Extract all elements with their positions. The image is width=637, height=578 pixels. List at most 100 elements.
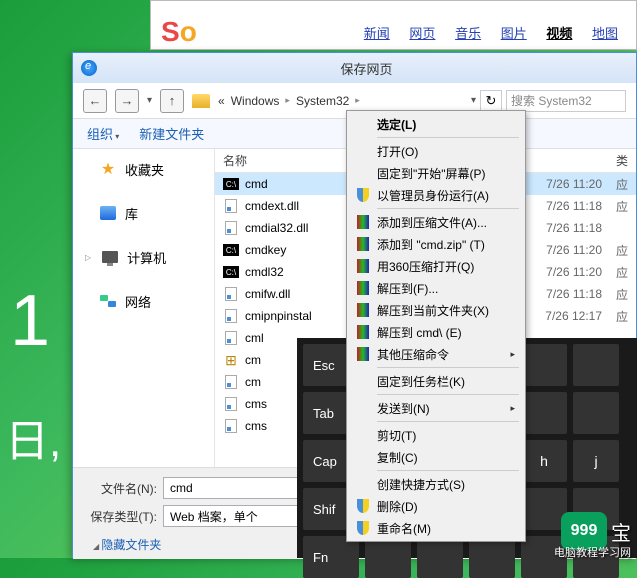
sidebar: ★收藏夹 库 ▷计算机 网络 xyxy=(73,149,215,467)
menu-item[interactable]: 其他压缩命令 xyxy=(349,343,523,365)
crumb-system32[interactable]: System32 xyxy=(296,94,349,108)
menu-label: 用360压缩打开(Q) xyxy=(377,258,474,275)
dll-icon xyxy=(225,419,237,433)
shield-icon xyxy=(355,498,371,514)
keyboard-key[interactable]: j xyxy=(573,440,619,482)
keyboard-key[interactable]: h xyxy=(521,440,567,482)
keyboard-key[interactable] xyxy=(521,392,567,434)
menu-item[interactable]: 解压到(F)... xyxy=(349,277,523,299)
link-news[interactable]: 新闻 xyxy=(364,26,390,41)
file-date: 7/26 11:20 xyxy=(546,243,610,257)
menu-label: 添加到压缩文件(A)... xyxy=(377,214,487,231)
keyboard-key[interactable] xyxy=(469,536,515,578)
menu-label: 固定到"开始"屏幕(P) xyxy=(377,165,486,182)
archive-icon xyxy=(355,346,371,362)
menu-label: 选定(L) xyxy=(377,116,416,133)
sidebar-computer[interactable]: ▷计算机 xyxy=(73,243,214,271)
sidebar-network[interactable]: 网络 xyxy=(73,287,214,315)
menu-label: 删除(D) xyxy=(377,498,418,515)
star-icon: ★ xyxy=(99,160,117,178)
file-type: 应 xyxy=(616,286,636,303)
menu-item[interactable]: 打开(O) xyxy=(349,140,523,162)
dll-icon xyxy=(225,309,237,323)
context-menu[interactable]: 选定(L) 打开(O) 固定到"开始"屏幕(P) 以管理员身份运行(A) 添加到压缩文件… xyxy=(346,110,526,542)
file-name: cmd xyxy=(245,177,268,191)
menu-label: 解压到(F)... xyxy=(377,280,438,297)
menu-item[interactable]: 添加到 "cmd.zip" (T) xyxy=(349,233,523,255)
menu-label: 重命名(M) xyxy=(377,520,431,537)
menu-item[interactable]: 复制(C) xyxy=(349,446,523,468)
up-button[interactable]: ↑ xyxy=(160,89,184,113)
sidebar-favorites[interactable]: ★收藏夹 xyxy=(73,155,214,183)
organize-menu[interactable]: 组织 xyxy=(87,124,119,143)
link-image[interactable]: 图片 xyxy=(501,26,527,41)
menu-label: 添加到 "cmd.zip" (T) xyxy=(377,236,485,253)
dll-icon xyxy=(225,331,237,345)
file-type: 应 xyxy=(616,264,636,281)
keyboard-key[interactable] xyxy=(521,344,567,386)
menu-separator xyxy=(377,137,519,138)
menu-label: 固定到任务栏(K) xyxy=(377,373,465,390)
keyboard-key[interactable] xyxy=(573,392,619,434)
link-web[interactable]: 网页 xyxy=(409,26,435,41)
archive-icon xyxy=(355,302,371,318)
menu-item[interactable]: 固定到任务栏(K) xyxy=(349,370,523,392)
link-music[interactable]: 音乐 xyxy=(455,26,481,41)
new-folder-button[interactable]: 新建文件夹 xyxy=(139,124,204,143)
menu-item[interactable]: 添加到压缩文件(A)... xyxy=(349,211,523,233)
dialog-titlebar[interactable]: 保存网页 xyxy=(73,53,636,83)
keyboard-key[interactable] xyxy=(573,344,619,386)
keyboard-key[interactable] xyxy=(417,536,463,578)
menu-label: 创建快捷方式(S) xyxy=(377,476,465,493)
refresh-button[interactable]: ↻ xyxy=(480,90,502,112)
shield-icon xyxy=(355,520,371,536)
menu-item[interactable]: 解压到 cmd\ (E) xyxy=(349,321,523,343)
file-date: 7/26 12:17 xyxy=(545,309,610,323)
menu-item[interactable]: 发送到(N) xyxy=(349,397,523,419)
file-name: cmifw.dll xyxy=(245,287,290,301)
menu-label: 复制(C) xyxy=(377,449,418,466)
desktop-clock: 1 xyxy=(10,280,50,362)
crumb-windows[interactable]: Windows xyxy=(231,94,280,108)
archive-icon xyxy=(355,324,371,340)
file-type: 应 xyxy=(616,242,636,259)
forward-button[interactable]: → xyxy=(115,89,139,113)
shield-icon xyxy=(355,187,371,203)
menu-label: 解压到当前文件夹(X) xyxy=(377,302,489,319)
keyboard-key[interactable]: Fn xyxy=(303,536,359,578)
menu-item[interactable]: 以管理员身份运行(A) xyxy=(349,184,523,206)
chevron-right-icon[interactable]: ▷ xyxy=(85,253,91,262)
file-type: 应 xyxy=(616,176,636,193)
file-name: cms xyxy=(245,419,267,433)
menu-separator xyxy=(377,421,519,422)
keyboard-key[interactable] xyxy=(365,536,411,578)
col-type[interactable]: 类 xyxy=(616,152,636,169)
file-date: 7/26 11:20 xyxy=(546,177,610,191)
menu-label: 剪切(T) xyxy=(377,427,416,444)
recent-dropdown[interactable]: ▾ xyxy=(147,95,152,106)
menu-item[interactable]: 创建快捷方式(S) xyxy=(349,473,523,495)
sidebar-library[interactable]: 库 xyxy=(73,199,214,227)
link-video[interactable]: 视频 xyxy=(546,26,572,41)
menu-item[interactable]: 固定到"开始"屏幕(P) xyxy=(349,162,523,184)
link-map[interactable]: 地图 xyxy=(592,26,618,41)
background-browser: So 新闻 网页 音乐 图片 视频 地图 xyxy=(150,0,637,50)
back-button[interactable]: ← xyxy=(83,89,107,113)
menu-item[interactable]: 删除(D) xyxy=(349,495,523,517)
menu-item[interactable]: 解压到当前文件夹(X) xyxy=(349,299,523,321)
archive-icon xyxy=(355,236,371,252)
menu-item[interactable]: 选定(L) xyxy=(349,113,523,135)
computer-icon xyxy=(101,248,119,266)
breadcrumb-dropdown[interactable]: ▾ xyxy=(471,95,476,106)
archive-icon xyxy=(355,280,371,296)
menu-item[interactable]: 用360压缩打开(Q) xyxy=(349,255,523,277)
search-input[interactable]: 搜索 System32 xyxy=(506,90,626,112)
archive-icon xyxy=(355,258,371,274)
menu-label: 打开(O) xyxy=(377,143,418,160)
menu-item[interactable]: 重命名(M) xyxy=(349,517,523,539)
file-date: 7/26 11:18 xyxy=(546,287,610,301)
menu-item[interactable]: 剪切(T) xyxy=(349,424,523,446)
breadcrumb[interactable]: « Windows ▸ System32 ▸ xyxy=(218,94,463,108)
file-name: cml xyxy=(245,331,264,345)
folder-icon xyxy=(192,94,210,108)
